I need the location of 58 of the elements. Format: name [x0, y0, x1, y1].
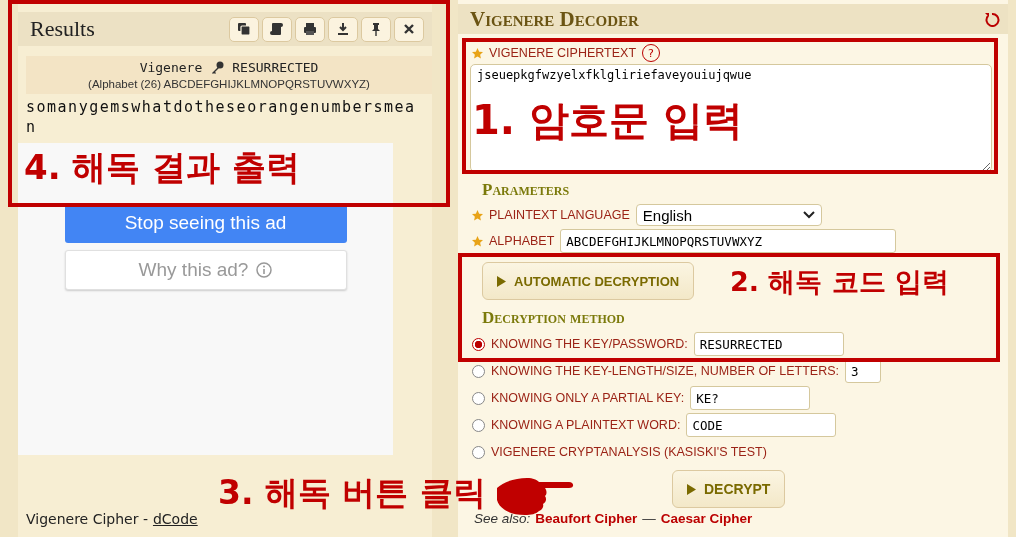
cipher-link[interactable]: Caesar Cipher — [660, 511, 753, 526]
alphabet-input[interactable]: ABCDEFGHIJKLMNOPQRSTUVWXYZ — [560, 229, 897, 253]
star-icon — [472, 235, 483, 247]
radio-button[interactable] — [472, 391, 485, 405]
alphabet-note: (Alphabet (26) ABCDEFGHIJKLMNOPQRSTUVWXYZ) — [88, 78, 370, 90]
pin-button[interactable] — [361, 16, 391, 42]
play-icon — [497, 275, 506, 287]
close-icon — [402, 22, 416, 36]
reset-icon[interactable] — [984, 11, 1000, 27]
close-button[interactable] — [394, 16, 424, 42]
cipher-link[interactable]: Beaufort Cipher — [535, 511, 638, 526]
download-button[interactable] — [328, 16, 358, 42]
scroll-button[interactable] — [262, 16, 292, 42]
method-label: KNOWING THE KEY/PASSWORD: — [491, 337, 688, 351]
info-icon — [256, 262, 273, 278]
method-label: KNOWING THE KEY-LENGTH/SIZE, NUMBER OF LETTERS: — [491, 364, 839, 378]
print-button[interactable] — [295, 16, 325, 42]
copy-button[interactable] — [229, 16, 259, 42]
alphabet-label: ALPHABET — [489, 234, 555, 248]
decrypt-button[interactable]: DECRYPT — [672, 470, 786, 508]
radio-button[interactable] — [472, 445, 485, 459]
method-label: VIGENERE CRYPTANALYSIS (KASISKI'S TEST) — [491, 445, 767, 459]
method-input[interactable]: CODE — [686, 413, 837, 437]
radio-button[interactable] — [472, 418, 485, 432]
method-input[interactable]: KE? — [690, 386, 811, 410]
results-title: Results — [30, 16, 95, 42]
chevron-down-icon — [802, 211, 815, 219]
method-label: KNOWING A PLAINTEXT WORD: — [491, 418, 681, 432]
key-icon — [210, 60, 225, 75]
language-label: PLAINTEXT LANGUAGE — [489, 208, 630, 222]
star-icon — [472, 47, 483, 59]
radio-button[interactable] — [472, 337, 485, 351]
language-select[interactable]: English — [635, 204, 822, 226]
decryption-method-heading: Decryption method — [481, 308, 626, 328]
decoder-title: Vigenere Decoder — [470, 6, 639, 32]
annotation-label: 4. 해독 결과 출력 — [24, 150, 301, 184]
cipher-name: Vigenere — [139, 60, 203, 75]
copy-icon — [237, 22, 251, 36]
decrypted-text: somanygemswhatdotheseorangenumbersmean — [26, 97, 417, 137]
ciphertext-label: VIGENERE CIPHERTEXT — [489, 46, 637, 60]
star-icon — [472, 209, 483, 221]
annotation-label: 3. 해독 버튼 클릭 — [218, 476, 486, 509]
automatic-decryption-button[interactable]: AUTOMATIC DECRYPTION — [482, 262, 695, 300]
scroll-icon — [270, 22, 284, 36]
separator-dash: — — [642, 511, 656, 526]
result-key: RESURRECTED — [232, 60, 319, 75]
method-input[interactable]: RESURRECTED — [693, 332, 844, 356]
annotation-label: 2. 해독 코드 입력 — [730, 268, 950, 295]
radio-button[interactable] — [472, 364, 485, 378]
footer-text: Vigenere Cipher - — [26, 511, 148, 527]
annotation-label: 1. 암호문 입력 — [472, 100, 743, 140]
method-label: KNOWING ONLY A PARTIAL KEY: — [491, 391, 685, 405]
see-also-label: See also: — [474, 511, 531, 526]
download-icon — [336, 22, 350, 36]
dcode-link[interactable]: dCode — [152, 511, 198, 527]
parameters-heading: Parameters — [481, 180, 571, 200]
play-icon — [687, 483, 696, 495]
printer-icon — [303, 22, 317, 36]
